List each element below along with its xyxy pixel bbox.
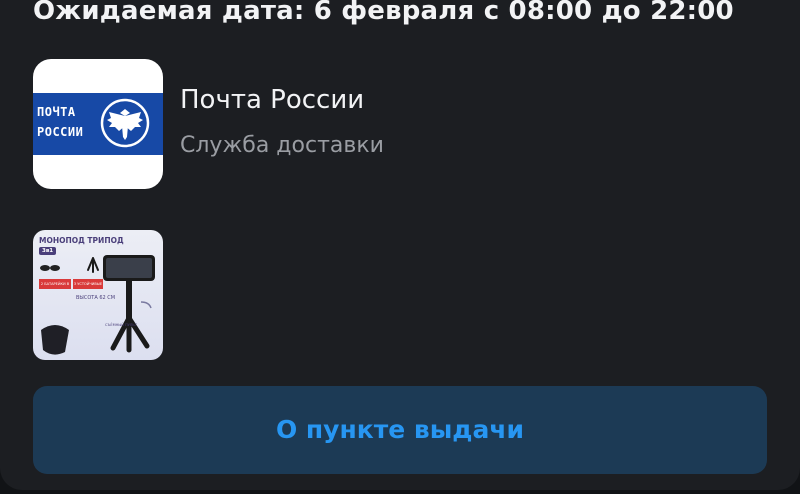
expected-delivery-date: Ожидаемая дата: 6 февраля с 08:00 до 22:…	[33, 0, 734, 26]
logo-band: ПОЧТА РОССИИ	[33, 93, 163, 155]
logo-line-2: РОССИИ	[37, 125, 84, 139]
thumb-height-label: ВЫСОТА 62 СМ	[76, 295, 116, 301]
pouch-shape	[41, 325, 69, 355]
eagle-emblem-icon	[100, 98, 150, 148]
battery-1	[40, 265, 50, 271]
logo-wordmark: ПОЧТА РОССИИ	[37, 102, 93, 142]
thumb-remote-label: СЪЁМНЫЙ ПУЛЬТ	[105, 323, 137, 327]
service-subtitle: Служба доставки	[180, 133, 384, 158]
thumb-tag-legs: 3 УСТОЙЧИВЫЕ НОЖКИ	[73, 279, 103, 289]
arrow-curve	[140, 301, 152, 309]
mini-tripod-icon	[87, 257, 99, 273]
thumb-badge: 3в1	[39, 247, 57, 255]
pickup-point-button[interactable]: О пункте выдачи	[33, 386, 767, 474]
stick-shape	[126, 281, 132, 321]
thumb-tag-batteries: 2 БАТАРЕЙКИ В КОМПЛЕКТЕ	[39, 279, 71, 289]
russian-post-logo-icon: ПОЧТА РОССИИ	[33, 59, 163, 189]
phone-screen	[106, 258, 152, 278]
thumb-title: МОНОПОД ТРИПОД	[39, 236, 124, 245]
logo-line-1: ПОЧТА	[37, 105, 76, 119]
product-thumbnail[interactable]: МОНОПОД ТРИПОД 3в1 2 БАТАРЕЙКИ В КОМПЛЕК…	[33, 230, 163, 360]
service-name: Почта России	[180, 85, 365, 115]
battery-2	[50, 265, 60, 271]
